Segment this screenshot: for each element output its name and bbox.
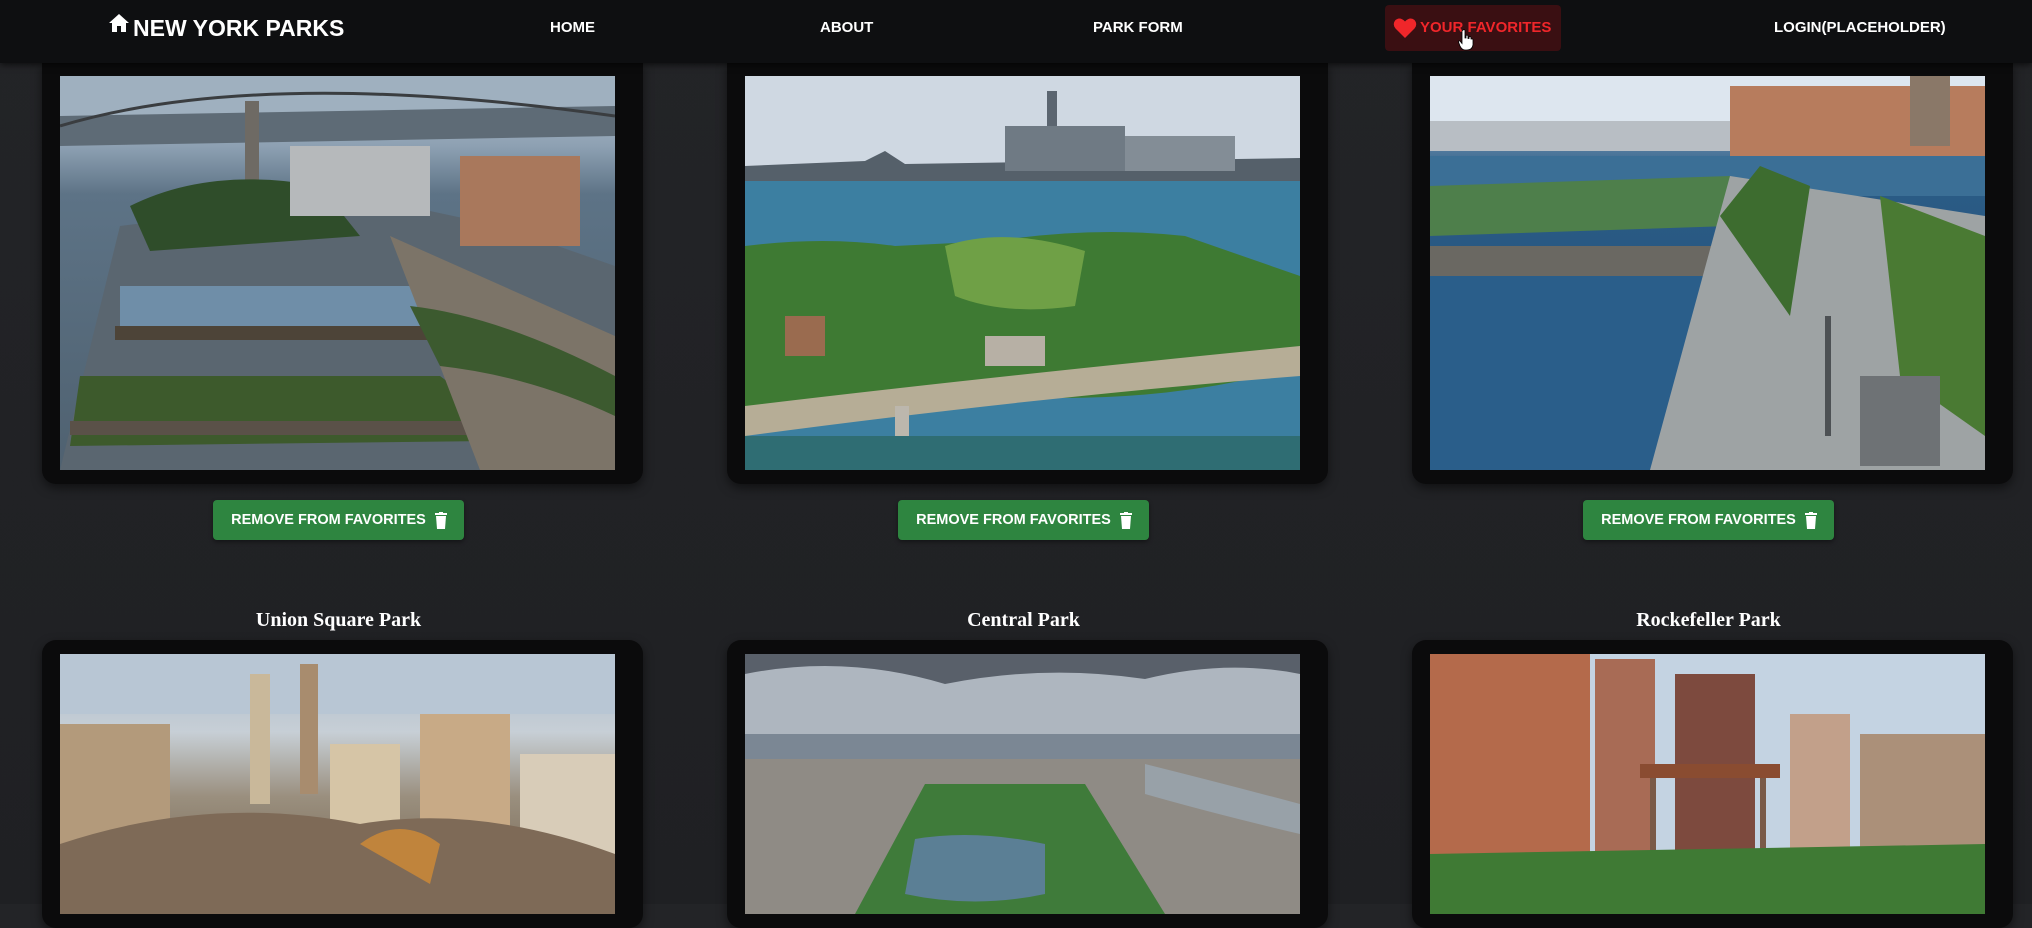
nav-home-link[interactable]: HOME <box>550 14 595 42</box>
top-navbar: NEW YORK PARKS HOME ABOUT PARK FORM YOUR… <box>0 0 2032 63</box>
remove-button-label: REMOVE FROM FAVORITES <box>1601 512 1796 528</box>
park-photo <box>745 76 1300 470</box>
favorite-card: Rockefeller Park <box>1412 600 2013 928</box>
photo-frame <box>1412 62 2013 484</box>
photo-frame <box>727 62 1328 484</box>
favorite-card: REMOVE FROM FAVORITES <box>42 62 643 540</box>
park-photo <box>1430 654 1985 914</box>
nav-about-link[interactable]: ABOUT <box>820 14 873 42</box>
favorites-grid: REMOVE FROM FAVORITES REMOVE FROM FAVORI… <box>0 0 2032 928</box>
remove-button-label: REMOVE FROM FAVORITES <box>916 512 1111 528</box>
photo-frame <box>1412 640 2013 928</box>
favorite-card: Central Park <box>727 600 1328 928</box>
remove-from-favorites-button[interactable]: REMOVE FROM FAVORITES <box>1583 500 1834 540</box>
remove-button-label: REMOVE FROM FAVORITES <box>231 512 426 528</box>
favorite-card: REMOVE FROM FAVORITES <box>727 62 1328 540</box>
brand-home-link[interactable]: NEW YORK PARKS <box>107 10 344 46</box>
nav-favorites-label: YOUR FAVORITES <box>1420 19 1552 36</box>
photo-frame <box>727 640 1328 928</box>
home-icon <box>109 14 129 32</box>
park-title: Union Square Park <box>255 609 422 631</box>
nav-park-form-link[interactable]: PARK FORM <box>1093 14 1183 42</box>
park-title: Rockefeller Park <box>1636 609 1781 631</box>
trash-icon <box>434 511 447 529</box>
park-photo <box>745 654 1300 914</box>
favorite-card: REMOVE FROM FAVORITES <box>1412 62 2013 540</box>
brand-title: NEW YORK PARKS <box>133 14 345 41</box>
photo-frame <box>42 62 643 484</box>
photo-frame <box>42 640 643 928</box>
remove-from-favorites-button[interactable]: REMOVE FROM FAVORITES <box>898 500 1149 540</box>
park-photo <box>60 654 615 914</box>
trash-icon <box>1804 511 1817 529</box>
remove-from-favorites-button[interactable]: REMOVE FROM FAVORITES <box>213 500 464 540</box>
hand-cursor-icon <box>1458 29 1474 51</box>
park-title: Central Park <box>967 609 1080 631</box>
trash-icon <box>1119 511 1132 529</box>
nav-login-link[interactable]: LOGIN(PLACEHOLDER) <box>1774 14 1946 42</box>
favorite-card: Union Square Park <box>42 600 643 928</box>
park-photo <box>60 76 615 470</box>
park-photo <box>1430 76 1985 470</box>
heart-icon <box>1393 18 1417 38</box>
